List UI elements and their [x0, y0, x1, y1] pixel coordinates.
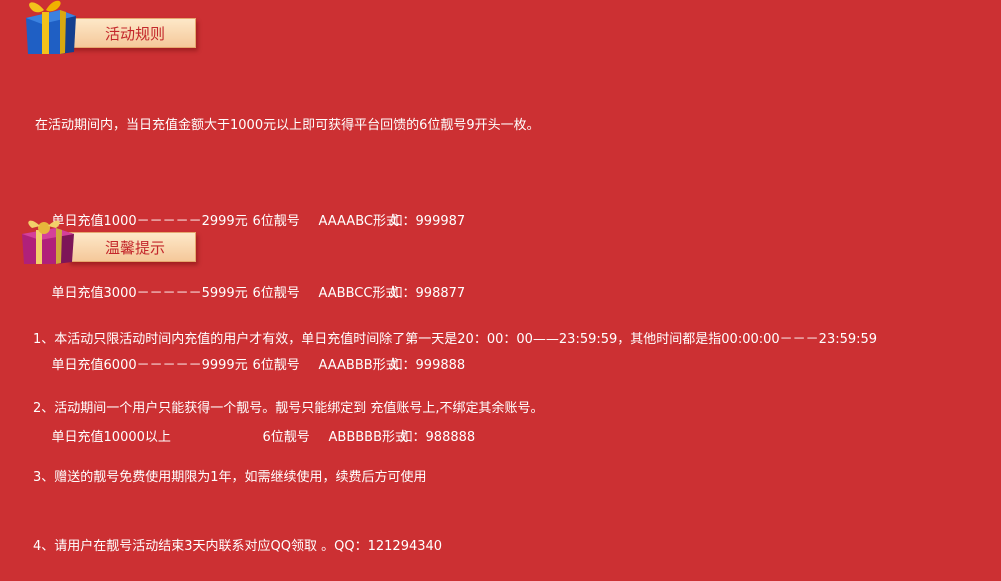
tips-content: 1、本活动只限活动时间内充值的用户才有效，单日充值时间除了第一天是20：00：0… [33, 282, 877, 581]
tips-title: 温馨提示 [105, 239, 166, 257]
gift-box-icon [26, 0, 76, 54]
rules-intro: 在活动期间内，当日充值金额大于1000元以上即可获得平台回馈的6位靓号9开头一枚… [35, 118, 540, 133]
tips-header: 温馨提示 [18, 216, 196, 264]
tier-pattern: AAAABC形式 [318, 214, 399, 229]
gift-box-icon [22, 220, 74, 264]
rules-title-tag: 活动规则 [68, 18, 196, 48]
tier-digits: 6位靓号 [252, 214, 300, 229]
tip-item: 4、请用户在靓号活动结束3天内联系对应QQ领取 。QQ：121294340 [33, 539, 443, 554]
rules-header: 活动规则 [18, 0, 196, 54]
rules-title: 活动规则 [105, 25, 166, 43]
tier-row: 单日充值1000－－－－－2999元 6位靓号 AAAABC形式如：999987 [35, 186, 540, 229]
tip-item: 3、赠送的靓号免费使用期限为1年，如需继续使用，续费后方可使用 [33, 470, 427, 485]
tip-item: 2、活动期间一个用户只能获得一个靓号。靓号只能绑定到 充值账号上,不绑定其余账号… [33, 401, 544, 416]
tier-example: 如：999987 [389, 214, 466, 229]
tips-title-tag: 温馨提示 [68, 232, 196, 262]
tip-item: 1、本活动只限活动时间内充值的用户才有效，单日充值时间除了第一天是20：00：0… [33, 332, 878, 347]
